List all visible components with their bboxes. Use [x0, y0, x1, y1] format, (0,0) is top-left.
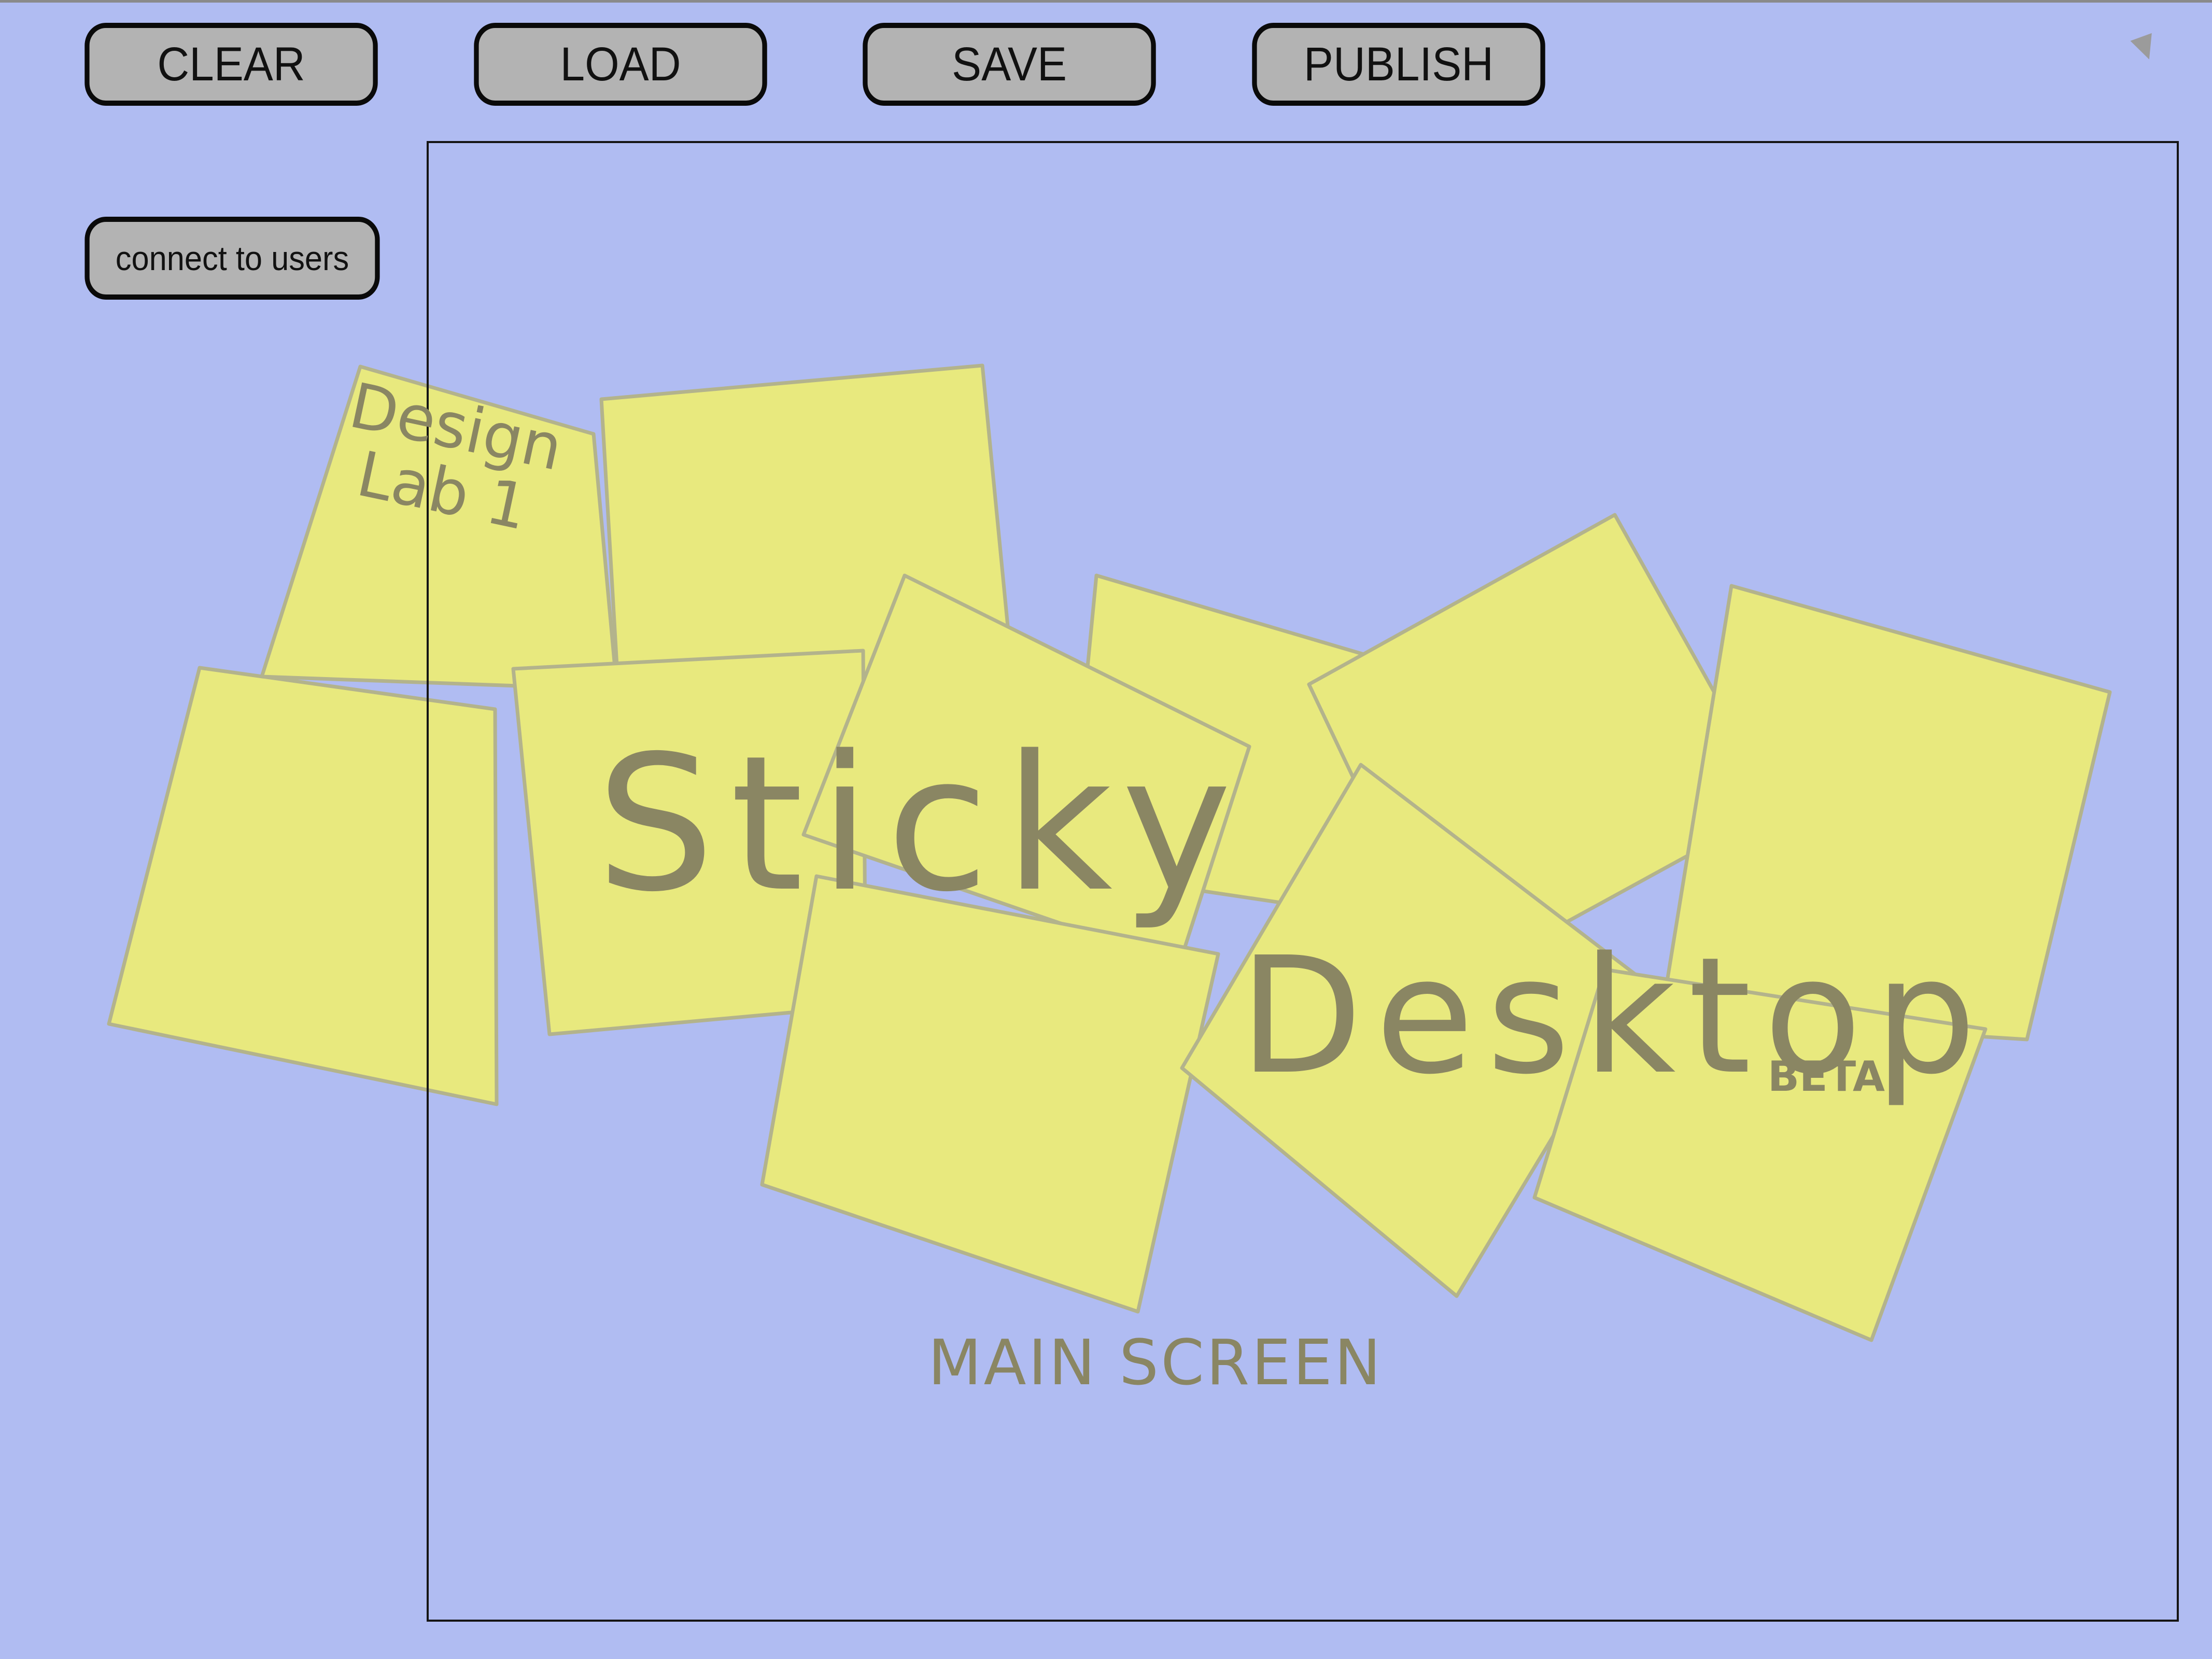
beta-badge: BETA: [1768, 1052, 1885, 1101]
sticky-title: Sticky: [596, 715, 1248, 933]
main-screen-caption: MAIN SCREEN: [928, 1327, 1383, 1399]
